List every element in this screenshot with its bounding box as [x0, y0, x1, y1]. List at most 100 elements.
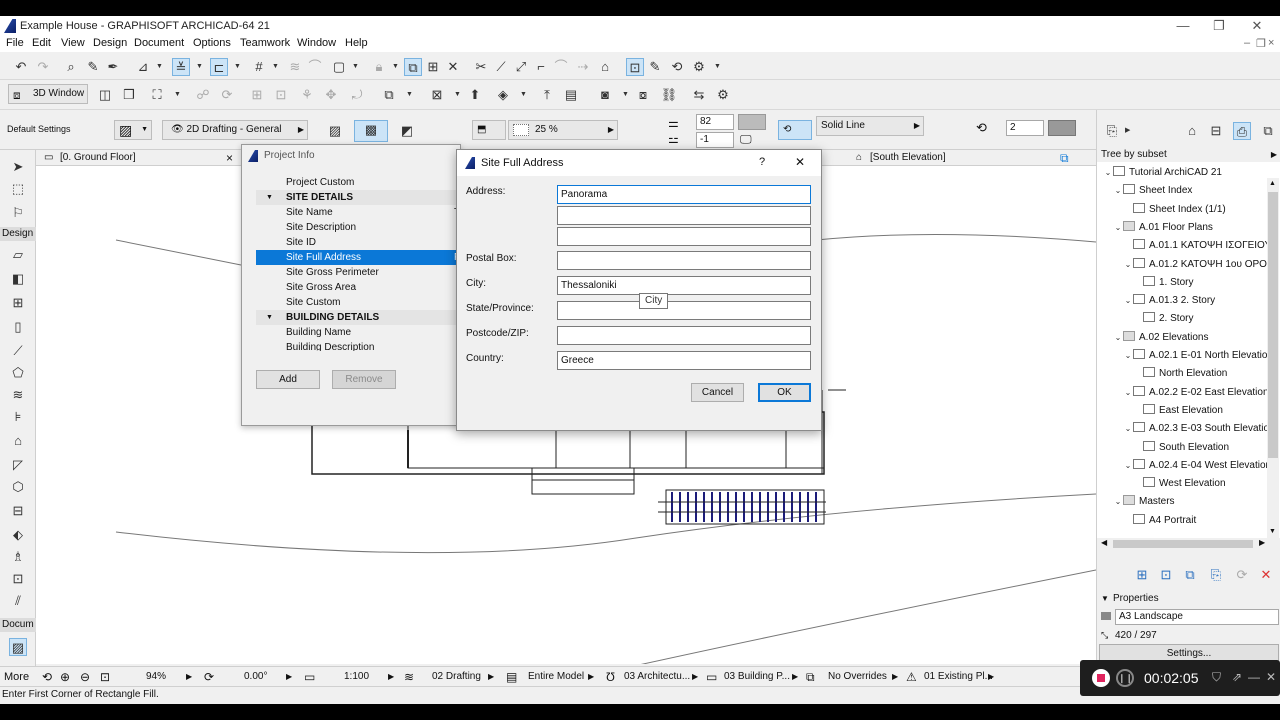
tree-item[interactable]: Sheet Index (1/1): [1097, 201, 1269, 219]
tree-item[interactable]: ⌄ A.02.3 E-03 South Elevation: [1097, 420, 1269, 438]
morph-tool-icon[interactable]: ⬖: [9, 526, 27, 544]
group-icon[interactable]: ▢: [330, 58, 348, 76]
expand-toggle-icon[interactable]: ⌄: [1113, 493, 1123, 511]
split-icon[interactable]: ⟋: [492, 58, 510, 76]
drawing-icon[interactable]: ▤: [562, 86, 580, 104]
chevron-right-icon[interactable]: ▶: [286, 667, 292, 687]
layout-name-field[interactable]: A3 Landscape: [1115, 609, 1279, 625]
navigator-header[interactable]: Tree by subset ▶: [1097, 148, 1280, 162]
fillet-icon[interactable]: ⌒: [552, 58, 570, 76]
publisher-icon[interactable]: ⎙: [1233, 122, 1251, 140]
magic-wand-icon[interactable]: ⊡: [626, 58, 644, 76]
dimension-icon[interactable]: ⊞: [424, 58, 442, 76]
chevron-down-icon[interactable]: ▼: [520, 86, 527, 104]
roof-icon[interactable]: ⌂: [596, 58, 614, 76]
chevron-right-icon[interactable]: ▶: [692, 667, 698, 687]
expand-toggle-icon[interactable]: ⌄: [1123, 292, 1133, 310]
marquee-tool-icon[interactable]: ⬚: [9, 180, 27, 198]
dialog-titlebar[interactable]: Site Full Address ? ✕: [457, 150, 821, 176]
mvo-value[interactable]: 03 Building P...: [724, 667, 790, 687]
address-line2-input[interactable]: [557, 206, 811, 225]
mdi-close-icon[interactable]: ×: [1268, 37, 1274, 49]
tree-item[interactable]: ⌄ A.02.4 E-04 West Elevation: [1097, 457, 1269, 475]
tree-item[interactable]: A.01.1 ΚΑΤΟΨΗ ΙΣΟΓΕΙΟΥ: [1097, 237, 1269, 255]
chevron-down-icon[interactable]: ▼: [714, 58, 721, 76]
expand-toggle-icon[interactable]: ⌄: [1103, 164, 1113, 182]
delete-icon[interactable]: ✕: [1257, 566, 1275, 584]
tab-south-elevation[interactable]: [South Elevation]: [870, 150, 946, 166]
zone-tool-icon[interactable]: ⊡: [9, 570, 27, 588]
tree-item[interactable]: ⌄ A.01.2 ΚΑΤΟΨΗ 1ου ΟΡΟΦΟΥ: [1097, 256, 1269, 274]
expand-toggle-icon[interactable]: ⌄: [1113, 329, 1123, 347]
syringe-icon[interactable]: ✒: [104, 58, 122, 76]
move-icon[interactable]: ✥: [322, 86, 340, 104]
hatch-pattern-icon[interactable]: ▩: [354, 120, 388, 142]
menu-help[interactable]: Help: [345, 37, 368, 49]
chevron-down-icon[interactable]: ▼: [266, 190, 273, 205]
duplicate-icon[interactable]: ⧉: [380, 86, 398, 104]
section-icon[interactable]: ◫: [96, 86, 114, 104]
menu-document[interactable]: Document: [134, 37, 184, 49]
city-input[interactable]: [557, 276, 811, 295]
pen-bottom-field[interactable]: -1: [696, 132, 734, 148]
expand-toggle-icon[interactable]: ⌄: [1123, 384, 1133, 402]
tree-item[interactable]: West Elevation: [1097, 475, 1269, 493]
chevron-down-icon[interactable]: ▼: [266, 310, 273, 325]
expand-toggle-icon[interactable]: ⌄: [1113, 219, 1123, 237]
help-button[interactable]: ?: [759, 156, 765, 168]
menu-teamwork[interactable]: Teamwork: [240, 37, 290, 49]
refresh-icon[interactable]: ⟳: [1233, 566, 1251, 584]
link-icon[interactable]: ⛓: [660, 86, 678, 104]
expand-toggle-icon[interactable]: ⌄: [1123, 457, 1133, 475]
tab-ground-floor[interactable]: [0. Ground Floor]: [60, 150, 136, 166]
pen-top-field[interactable]: 82: [696, 114, 734, 130]
trace-icon[interactable]: ⊏: [210, 58, 228, 76]
tree-item[interactable]: ⌄ Sheet Index: [1097, 182, 1269, 200]
adjust-icon[interactable]: ⤢: [512, 58, 530, 76]
chevron-right-icon[interactable]: ▶: [892, 667, 898, 687]
elevate-icon[interactable]: ⬆: [466, 86, 484, 104]
postal-box-input[interactable]: [557, 251, 811, 270]
chevron-down-icon[interactable]: ▼: [174, 86, 181, 104]
orbit-icon[interactable]: ⟳: [218, 86, 236, 104]
redo-icon[interactable]: ↷: [34, 58, 52, 76]
tree-item[interactable]: A4 Portrait: [1097, 512, 1269, 530]
perspective-icon[interactable]: ⛶: [148, 86, 166, 104]
roof-tool-icon[interactable]: ⌂: [9, 432, 27, 450]
tree-scrollbar[interactable]: ▲ ▼: [1267, 178, 1279, 538]
scale-value[interactable]: 1:100: [344, 667, 369, 687]
chevron-right-icon[interactable]: ▶: [488, 667, 494, 687]
overrides-value[interactable]: No Overrides: [828, 667, 887, 687]
pen-number-field[interactable]: 2: [1006, 120, 1044, 136]
line-contour-button[interactable]: ⟲: [778, 120, 812, 140]
rotate-icon[interactable]: ⤾: [348, 86, 366, 104]
chevron-right-icon[interactable]: ▶: [186, 667, 192, 687]
scroll-right-icon[interactable]: ▶: [1259, 538, 1265, 547]
walk-tool-icon[interactable]: ⚐: [9, 204, 27, 222]
mesh-tool-icon[interactable]: ⬡: [9, 478, 27, 496]
object-tool-icon[interactable]: ♗: [9, 548, 27, 566]
add-button[interactable]: Add: [256, 370, 320, 389]
state-input[interactable]: [557, 301, 811, 320]
mdi-minimize-icon[interactable]: –: [1244, 37, 1250, 49]
walk-icon[interactable]: ☍: [194, 86, 212, 104]
property-row[interactable]: Site Gross Area: [256, 280, 460, 295]
property-row[interactable]: Site Description: [256, 220, 460, 235]
menu-edit[interactable]: Edit: [32, 37, 51, 49]
drafting-mode-dropdown[interactable]: 👁︎ 2D Drafting - General ▶: [162, 120, 308, 140]
zoom-box-icon[interactable]: ⊡: [272, 86, 290, 104]
tree-item[interactable]: ⌄ A.02.2 E-02 East Elevation: [1097, 384, 1269, 402]
properties-header[interactable]: ▼ Properties: [1097, 592, 1280, 606]
new-layout-icon[interactable]: ⊞: [1133, 566, 1151, 584]
document-section-label[interactable]: Docum: [0, 618, 36, 632]
beam-tool-icon[interactable]: ⟋: [9, 342, 27, 360]
rotate-view-icon[interactable]: ⟳: [204, 667, 214, 687]
find-select-icon[interactable]: ⌕: [62, 58, 80, 76]
lock-icon[interactable]: 🔒︎: [370, 58, 388, 76]
tree-hscrollbar[interactable]: ◀ ▶: [1097, 538, 1280, 550]
undo-icon[interactable]: ↶: [12, 58, 30, 76]
menu-view[interactable]: View: [61, 37, 85, 49]
render-icon[interactable]: ⧇: [634, 86, 652, 104]
chevron-right-icon[interactable]: ▶: [988, 667, 994, 687]
tree-item[interactable]: ⌄ A.02 Elevations: [1097, 329, 1269, 347]
